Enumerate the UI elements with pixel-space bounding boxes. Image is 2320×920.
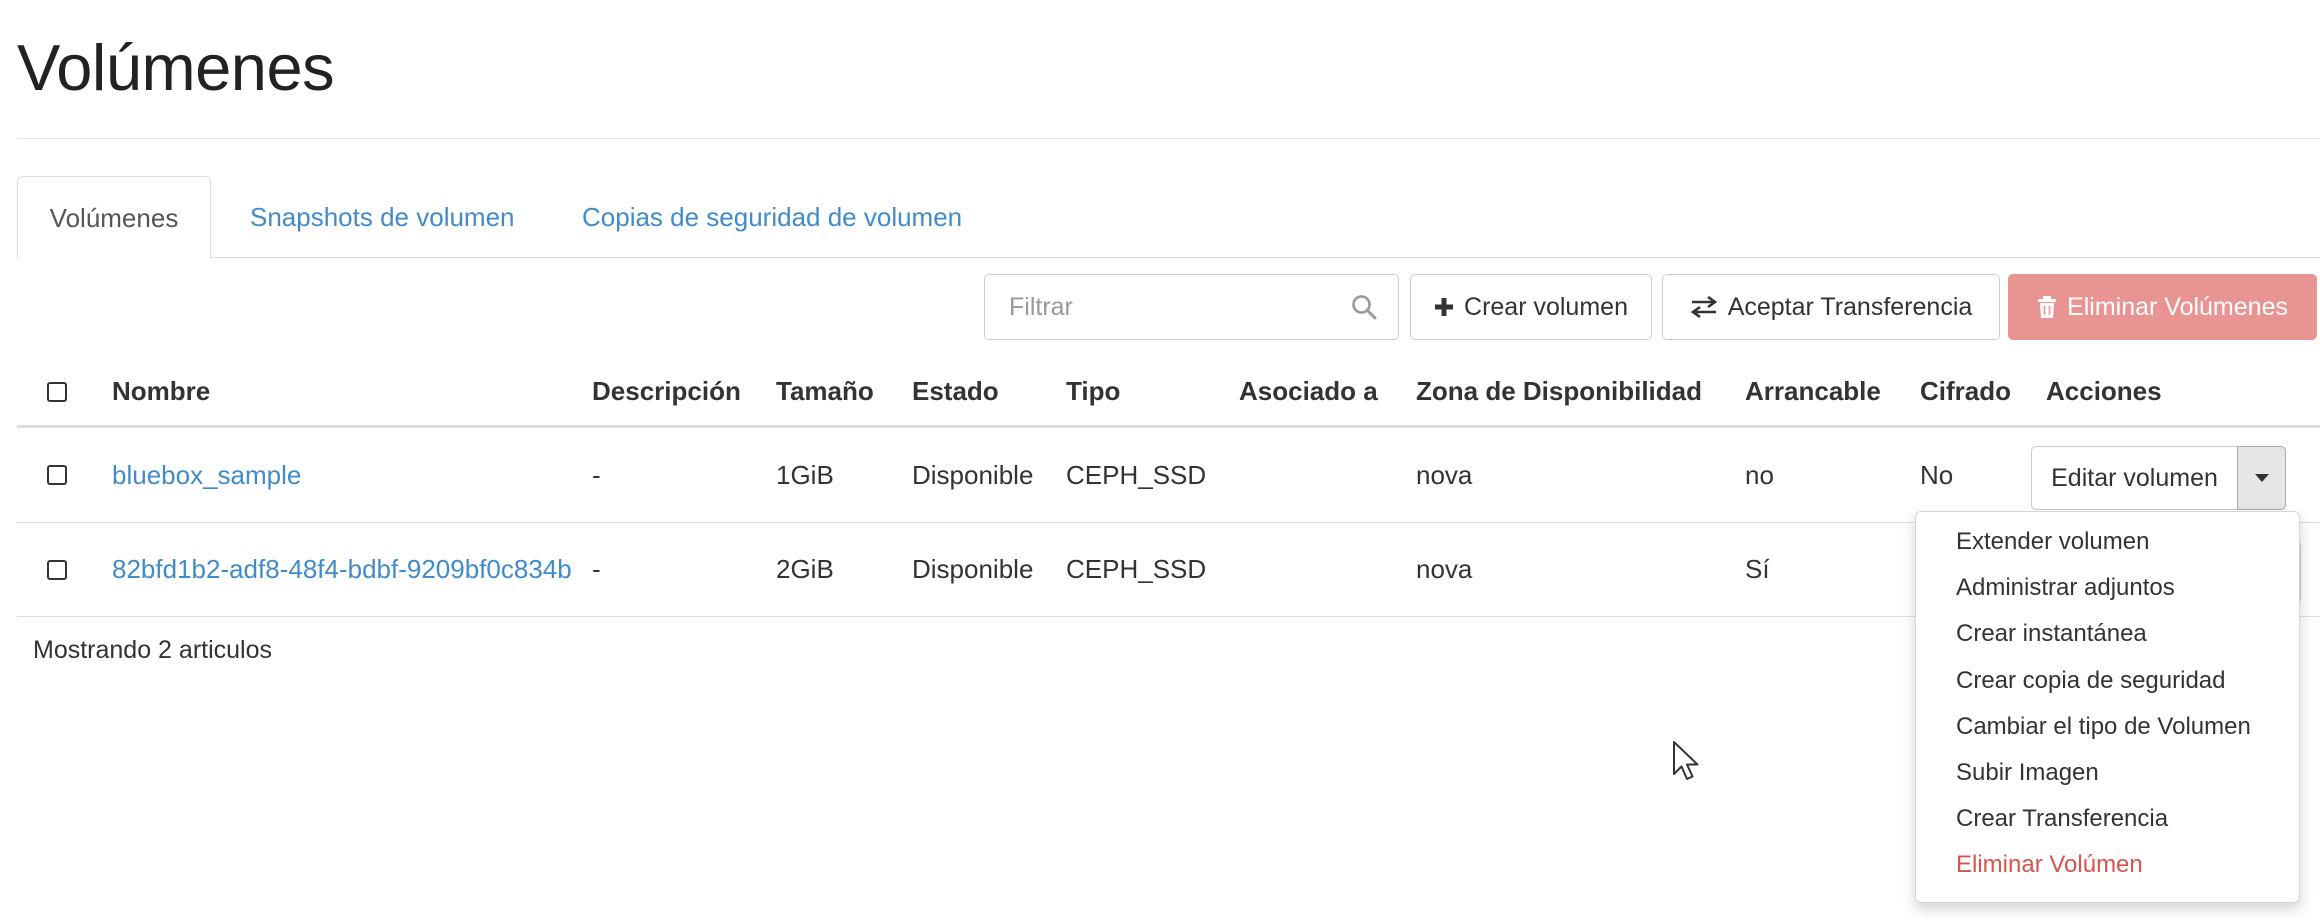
- select-all-checkbox[interactable]: [47, 381, 67, 402]
- volume-name-link[interactable]: 82bfd1b2-adf8-48f4-bdbf-9209bf0c834b: [112, 523, 572, 616]
- caret-down-icon: [2254, 474, 2269, 482]
- trash-icon: [2038, 296, 2057, 318]
- volume-type: CEPH_SSD: [1066, 554, 1207, 584]
- volume-bootable: Sí: [1745, 554, 1770, 584]
- header-size[interactable]: Tamaño: [776, 358, 874, 425]
- volume-size: 2GiB: [776, 554, 834, 584]
- header-bootable[interactable]: Arrancable: [1745, 358, 1881, 425]
- search-icon[interactable]: [1350, 293, 1378, 321]
- row-select-cell: [47, 428, 67, 522]
- menu-change-volume-type[interactable]: Cambiar el tipo de Volumen: [1956, 713, 2251, 741]
- row-checkbox[interactable]: [47, 465, 67, 485]
- row-actions-split-button: Editar volumen: [2031, 446, 2286, 510]
- header-name[interactable]: Nombre: [112, 358, 210, 425]
- table-row: bluebox_sample - 1GiB Disponible CEPH_SS…: [17, 428, 2320, 523]
- table-footer-count: Mostrando 2 articulos: [33, 636, 273, 664]
- menu-create-transfer[interactable]: Crear Transferencia: [1956, 805, 2168, 833]
- tab-volume-backups[interactable]: Copias de seguridad de volumen: [582, 176, 962, 258]
- mouse-cursor-icon: [1673, 741, 1699, 780]
- transfer-arrows-icon: [1690, 296, 1717, 318]
- volume-status: Disponible: [912, 554, 1034, 584]
- header-actions: Acciones: [2046, 376, 2162, 406]
- volume-zone: nova: [1416, 554, 1473, 584]
- volume-encrypted: No: [1920, 459, 1954, 490]
- accept-transfer-label: Aceptar Transferencia: [1727, 292, 1973, 321]
- header-encrypted[interactable]: Cifrado: [1920, 358, 2011, 425]
- volume-description: -: [592, 554, 601, 584]
- accept-transfer-button[interactable]: Aceptar Transferencia: [1662, 274, 2000, 340]
- actions-dropdown-toggle[interactable]: [2237, 446, 2286, 510]
- delete-volumes-label: Eliminar Volúmenes: [2067, 292, 2288, 321]
- create-volume-label: Crear volumen: [1464, 292, 1628, 321]
- volume-bootable: no: [1745, 459, 1774, 490]
- menu-delete-volume[interactable]: Eliminar Volúmen: [1956, 851, 2143, 879]
- actions-dropdown-menu: Extender volumen Administrar adjuntos Cr…: [1915, 511, 2300, 903]
- menu-create-snapshot[interactable]: Crear instantánea: [1956, 620, 2147, 648]
- row-checkbox[interactable]: [47, 559, 67, 580]
- header-attached[interactable]: Asociado a: [1239, 358, 1378, 425]
- tab-volumes[interactable]: Volúmenes: [17, 176, 211, 259]
- edit-volume-button[interactable]: Editar volumen: [2031, 446, 2237, 510]
- title-divider: [17, 138, 2320, 139]
- delete-volumes-button[interactable]: Eliminar Volúmenes: [2008, 274, 2317, 340]
- menu-upload-image[interactable]: Subir Imagen: [1956, 759, 2099, 787]
- volume-name-link[interactable]: bluebox_sample: [112, 428, 301, 522]
- filter-box: [984, 274, 1399, 340]
- header-description[interactable]: Descripción: [592, 358, 741, 425]
- header-status[interactable]: Estado: [912, 358, 999, 425]
- header-type[interactable]: Tipo: [1066, 358, 1120, 425]
- volume-type: CEPH_SSD: [1066, 459, 1207, 490]
- volume-zone: nova: [1416, 459, 1473, 490]
- create-volume-button[interactable]: Crear volumen: [1410, 274, 1652, 340]
- header-zone[interactable]: Zona de Disponibilidad: [1416, 358, 1702, 425]
- filter-input[interactable]: [985, 275, 1345, 339]
- volume-size: 1GiB: [776, 459, 834, 490]
- menu-manage-attachments[interactable]: Administrar adjuntos: [1956, 574, 2175, 602]
- plus-icon: [1435, 298, 1454, 316]
- volume-status: Disponible: [912, 459, 1034, 490]
- table-header-row: Nombre Descripción Tamaño Estado Tipo As…: [17, 358, 2320, 428]
- menu-extend-volume[interactable]: Extender volumen: [1956, 528, 2149, 556]
- volume-description: -: [592, 459, 601, 490]
- menu-create-backup[interactable]: Crear copia de seguridad: [1956, 667, 2226, 695]
- tab-volume-snapshots[interactable]: Snapshots de volumen: [250, 176, 515, 258]
- select-all-cell: [47, 358, 67, 425]
- page-title: Volúmenes: [17, 31, 335, 104]
- tab-bar: Volúmenes Snapshots de volumen Copias de…: [17, 176, 2320, 259]
- row-select-cell: [47, 523, 67, 616]
